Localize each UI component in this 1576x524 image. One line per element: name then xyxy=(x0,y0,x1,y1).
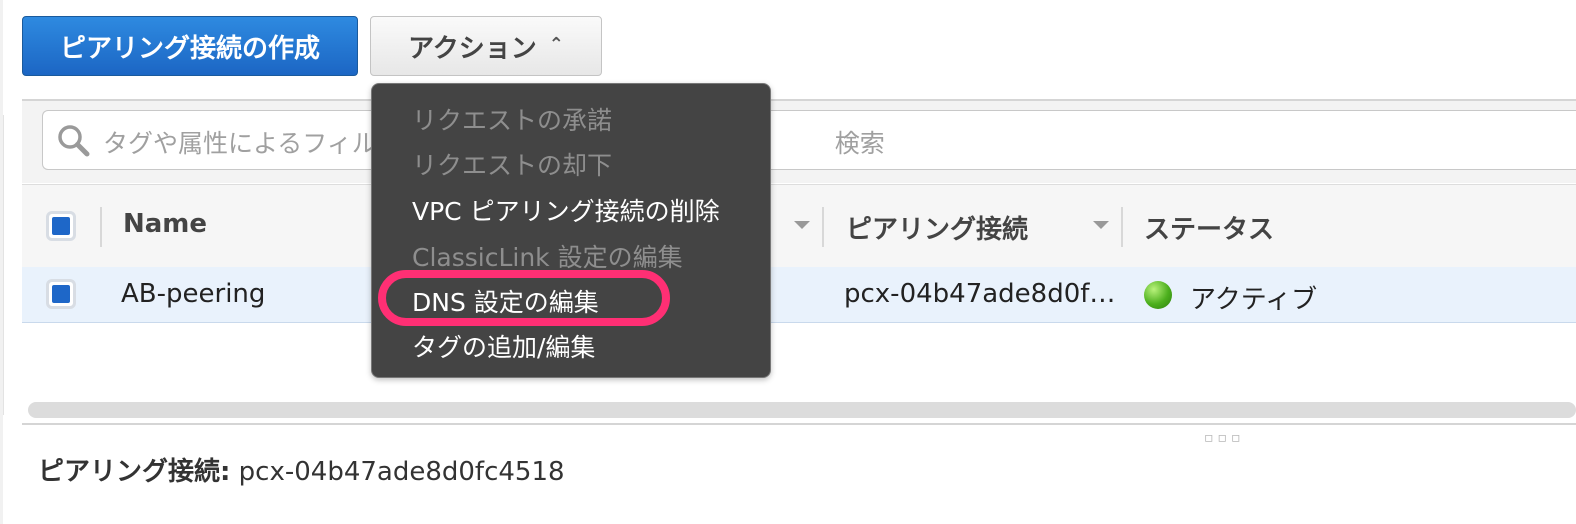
actions-button[interactable]: アクション ⌃ xyxy=(370,16,602,76)
resize-handle-icon[interactable]: ▫▫▫ xyxy=(1204,430,1244,446)
row-name: AB-peering xyxy=(121,279,266,309)
create-peering-connection-label: ピアリング接続の作成 xyxy=(59,33,320,64)
actions-label: アクション xyxy=(408,33,537,64)
chevron-up-icon: ⌃ xyxy=(548,33,564,55)
create-peering-connection-button[interactable]: ピアリング接続の作成 xyxy=(22,16,358,76)
details-label: ピアリング接続: xyxy=(38,457,231,487)
row-checkbox[interactable] xyxy=(46,279,76,309)
select-all-checkbox-fill xyxy=(52,217,70,235)
menu-item-reject-request: リクエストの却下 xyxy=(412,151,613,180)
column-separator[interactable] xyxy=(1121,207,1123,247)
table-row[interactable]: AB-peering pcx-04b47ade8d0f… アクティブ xyxy=(22,267,1576,323)
details-value: pcx-04b47ade8d0fc4518 xyxy=(238,457,565,487)
row-peering-connection-id: pcx-04b47ade8d0f… xyxy=(844,279,1116,309)
column-header-name[interactable]: Name xyxy=(123,209,207,239)
row-status: アクティブ xyxy=(1190,285,1318,315)
menu-item-accept-request: リクエストの承諾 xyxy=(412,106,613,135)
horizontal-scrollbar[interactable] xyxy=(28,402,1576,418)
details-divider xyxy=(22,423,1576,425)
menu-item-delete-peering[interactable]: VPC ピアリング接続の削除 xyxy=(412,192,720,228)
status-active-icon xyxy=(1144,281,1172,309)
search-input[interactable]: タグや属性によるフィル 検索 xyxy=(42,110,1576,170)
select-all-checkbox[interactable] xyxy=(46,211,76,241)
left-edge-divider xyxy=(3,115,4,415)
table-header-row: Name ピアリング接続 ステータス xyxy=(22,184,1576,269)
column-separator[interactable] xyxy=(822,207,824,247)
row-checkbox-fill xyxy=(52,285,70,303)
column-header-status[interactable]: ステータス xyxy=(1144,209,1274,246)
search-icon xyxy=(58,125,90,157)
menu-item-add-edit-tags[interactable]: タグの追加/編集 xyxy=(412,328,595,364)
column-header-peering-connection[interactable]: ピアリング接続 xyxy=(846,209,1028,246)
menu-item-edit-dns-settings[interactable]: DNS 設定の編集 xyxy=(412,283,599,319)
actions-dropdown-menu: リクエストの承諾 リクエストの却下 VPC ピアリング接続の削除 Classic… xyxy=(371,83,771,378)
column-separator[interactable] xyxy=(100,207,102,247)
sort-icon[interactable] xyxy=(794,221,810,229)
details-summary: ピアリング接続: pcx-04b47ade8d0fc4518 xyxy=(38,451,565,488)
sort-icon[interactable] xyxy=(1093,221,1109,229)
menu-item-edit-classiclink: ClassicLink 設定の編集 xyxy=(412,243,683,272)
